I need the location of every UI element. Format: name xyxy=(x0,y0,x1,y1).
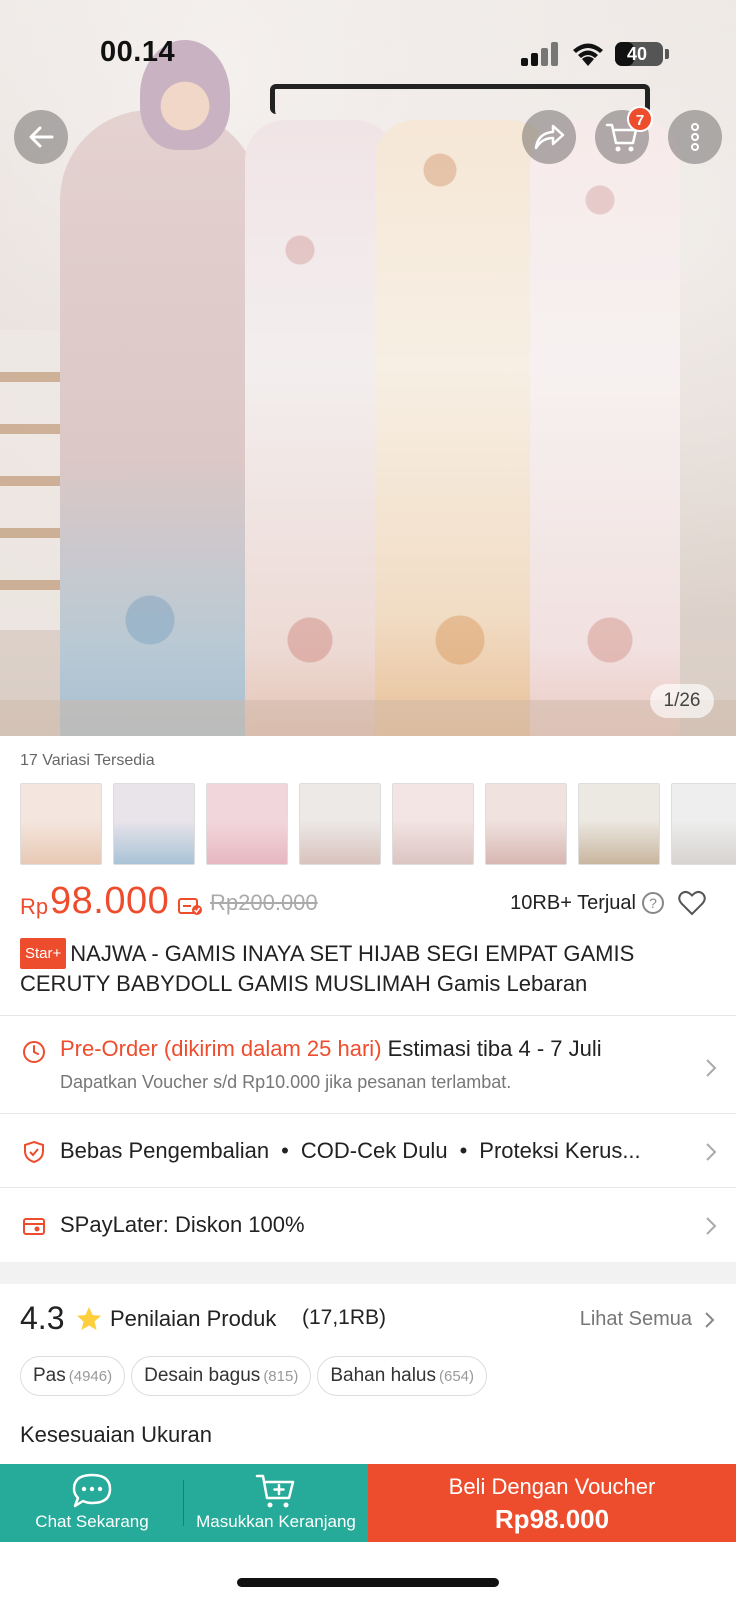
variant-thumbnail[interactable] xyxy=(299,783,381,865)
review-chips: Pas (4946) Desain bagus (815) Bahan halus (65… xyxy=(20,1356,493,1396)
back-arrow-icon xyxy=(29,126,54,148)
voucher-note: Dapatkan Voucher s/d Rp10.000 jika pesan… xyxy=(60,1072,512,1092)
star-plus-badge: Star+ xyxy=(20,938,67,969)
arrival-estimate: Estimasi tiba 4 - 7 Juli xyxy=(387,1036,602,1061)
chevron-right-icon xyxy=(706,1143,717,1161)
spaylater-label: SPayLater: Diskon 100% xyxy=(60,1212,305,1237)
chat-icon xyxy=(72,1473,112,1508)
variant-thumbnail[interactable] xyxy=(206,783,288,865)
rating-value: 4.3 xyxy=(20,1300,65,1336)
wifi-icon xyxy=(573,43,603,66)
price-currency: Rp xyxy=(20,894,49,919)
perk-returns: Bebas Pengembalian xyxy=(60,1138,270,1163)
home-indicator[interactable] xyxy=(237,1578,499,1587)
rating-label: Penilaian Produk xyxy=(110,1306,277,1331)
current-price: 98.000 xyxy=(50,880,170,922)
clock: 00.14 xyxy=(100,36,176,68)
more-vertical-icon xyxy=(691,123,699,151)
chevron-right-icon xyxy=(705,1312,715,1328)
perks-row[interactable]: Bebas Pengembalian • COD-Cek Dulu • Proteksi… xyxy=(0,1138,736,1168)
chat-button[interactable]: Chat Sekarang xyxy=(0,1464,184,1542)
product-title: Star+ NAJWA - GAMIS INAYA SET HIJAB SEGI … xyxy=(20,938,720,998)
cart-add-icon xyxy=(255,1474,295,1508)
variants-label: 17 Variasi Tersedia xyxy=(20,752,155,769)
status-bar: 00.14 40 xyxy=(0,0,736,100)
back-button[interactable] xyxy=(14,110,68,164)
review-chip[interactable]: Pas (4946) xyxy=(20,1356,126,1396)
heart-icon[interactable] xyxy=(678,890,706,916)
variant-thumbnail[interactable] xyxy=(485,783,567,865)
original-price: Rp200.000 xyxy=(210,890,318,915)
buy-with-voucher-button[interactable]: Beli Dengan Voucher Rp98.000 xyxy=(368,1464,736,1542)
variant-thumbnail[interactable] xyxy=(392,783,474,865)
share-icon xyxy=(534,124,565,150)
see-all-link[interactable]: Lihat Semua xyxy=(580,1308,692,1331)
bottom-action-bar: Chat Sekarang Masukkan Keranjang Beli De… xyxy=(0,1464,736,1542)
spaylater-row[interactable]: SPayLater: Diskon 100% xyxy=(0,1212,736,1242)
cart-button[interactable]: 7 xyxy=(595,106,653,164)
more-button[interactable] xyxy=(668,110,722,164)
variant-thumbnail[interactable] xyxy=(578,783,660,865)
battery-icon: 40 xyxy=(615,42,663,66)
spaylater-icon xyxy=(23,1218,45,1235)
perk-protection: Proteksi Kerus... xyxy=(479,1138,641,1163)
cart-count-badge: 7 xyxy=(627,106,653,132)
add-to-cart-button[interactable]: Masukkan Keranjang xyxy=(184,1464,368,1542)
chevron-right-icon xyxy=(706,1059,717,1077)
price-row: Rp 98.000 Rp200.000 10RB+ Terjual ? xyxy=(20,880,716,924)
size-fit-title: Kesesuaian Ukuran xyxy=(20,1422,213,1447)
sold-count: 10RB+ Terjual xyxy=(510,892,636,914)
variant-thumbnail[interactable] xyxy=(671,783,736,865)
coin-discount-icon xyxy=(178,898,202,915)
preorder-label: Pre-Order (dikirim dalam 25 hari) xyxy=(60,1036,382,1061)
share-button[interactable] xyxy=(522,110,576,164)
variant-thumbnail[interactable] xyxy=(113,783,195,865)
variant-thumbnail[interactable] xyxy=(20,783,102,865)
image-counter: 1/26 xyxy=(650,684,714,718)
rating-header: 4.3 Penilaian Produk (17,1RB) Lihat Semu… xyxy=(20,1300,716,1340)
rating-count: (17,1RB) xyxy=(302,1306,387,1329)
variant-thumbnails[interactable] xyxy=(20,783,736,865)
help-icon[interactable]: ? xyxy=(642,892,664,914)
shield-icon xyxy=(24,1140,44,1164)
clock-icon xyxy=(23,1041,45,1063)
perk-cod: COD-Cek Dulu xyxy=(300,1138,448,1163)
signal-icon xyxy=(521,42,559,66)
star-icon xyxy=(77,1307,101,1330)
review-chip[interactable]: Desain bagus (815) xyxy=(131,1356,312,1396)
chevron-right-icon xyxy=(706,1217,717,1235)
review-chip[interactable]: Bahan halus (654) xyxy=(317,1356,488,1396)
shipping-row[interactable]: Pre-Order (dikirim dalam 25 hari) Estima… xyxy=(0,1036,736,1096)
